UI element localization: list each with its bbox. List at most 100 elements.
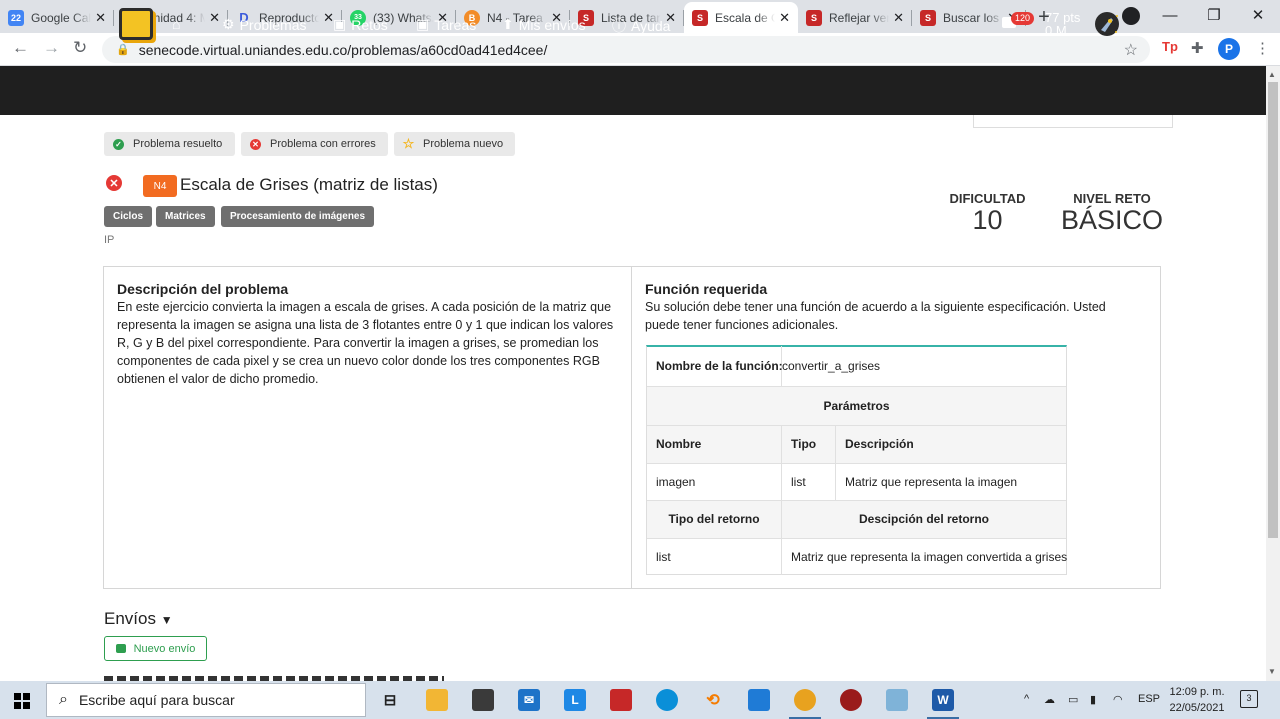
envios-dropdown[interactable]: Envíos ▼ bbox=[104, 609, 173, 629]
x-circle-icon: ✕ bbox=[250, 138, 261, 150]
profile-menu-icon[interactable] bbox=[1122, 7, 1140, 25]
col-name-header: Nombre bbox=[656, 437, 702, 451]
extension-tp-icon[interactable]: Tp bbox=[1162, 39, 1178, 54]
briefcase-icon bbox=[115, 644, 126, 653]
word-icon[interactable]: W bbox=[932, 689, 954, 711]
reload-icon[interactable]: ↻ bbox=[73, 38, 87, 58]
nav-label: Problemas bbox=[239, 16, 307, 33]
rocket-avatar-icon[interactable] bbox=[1093, 10, 1121, 38]
envios-title: Envíos bbox=[104, 609, 156, 628]
close-icon[interactable]: ✕ bbox=[779, 10, 790, 26]
function-name-value: convertir_a_grises bbox=[782, 359, 881, 373]
browser-tab[interactable]: 22 Google Calendar✕ bbox=[0, 2, 114, 33]
nav-label: Retos bbox=[351, 16, 388, 33]
description-line: componentes de cada pixel y se crea un n… bbox=[117, 354, 600, 368]
return-desc-header: Descipción del retorno bbox=[858, 512, 990, 526]
col-divider bbox=[781, 425, 782, 500]
task-view-icon[interactable]: ⊟ bbox=[379, 689, 401, 711]
clock-date: 22/05/2021 bbox=[1169, 702, 1225, 714]
scrollbar-thumb[interactable] bbox=[1268, 82, 1278, 538]
spotlight-icon[interactable]: ⟲ bbox=[702, 689, 724, 711]
search-placeholder: Escribe aquí para buscar bbox=[78, 692, 235, 708]
restore-icon[interactable]: ❐ bbox=[1192, 6, 1236, 24]
launcher-l-icon[interactable]: L bbox=[564, 689, 586, 711]
cloud-icon[interactable]: ☁ bbox=[1044, 693, 1055, 706]
window-controls: — ❐ ✕ bbox=[1148, 0, 1280, 30]
chrome-icon[interactable] bbox=[794, 689, 816, 711]
close-icon[interactable]: ✕ bbox=[893, 10, 904, 26]
profile-avatar[interactable]: P bbox=[1218, 38, 1240, 60]
col-type-header: Tipo bbox=[791, 437, 817, 451]
lock-icon: 🔒 bbox=[116, 44, 130, 56]
close-icon[interactable]: ✕ bbox=[209, 10, 220, 26]
language-indicator[interactable]: ESP bbox=[1138, 693, 1160, 705]
scroll-up-icon[interactable]: ▲ bbox=[1268, 70, 1276, 79]
notification-center-icon[interactable]: 3 bbox=[1240, 690, 1258, 708]
store-icon[interactable] bbox=[472, 689, 494, 711]
windows-start-icon[interactable] bbox=[14, 693, 30, 709]
browser-menu-icon[interactable]: ⋮ bbox=[1255, 39, 1270, 57]
senecode-logo[interactable] bbox=[119, 8, 153, 40]
back-icon[interactable]: ← bbox=[12, 38, 29, 58]
caret-down-icon: ▼ bbox=[160, 613, 173, 627]
file-explorer-icon[interactable] bbox=[426, 689, 448, 711]
level-label: NIVEL RETO bbox=[1073, 191, 1151, 206]
nav-tareas[interactable]: ▣ Tareas bbox=[416, 16, 476, 33]
notes-icon[interactable] bbox=[886, 689, 908, 711]
tab-title: Google Calendar bbox=[31, 10, 92, 25]
extensions-puzzle-icon[interactable]: ✚ bbox=[1191, 39, 1204, 57]
browser-tab-active[interactable]: S Escala de Grises ✕ bbox=[684, 2, 798, 33]
header-dropdown-edge bbox=[973, 115, 1173, 128]
vscode-icon[interactable] bbox=[748, 689, 770, 711]
return-type: list bbox=[656, 549, 671, 564]
forward-icon[interactable]: → bbox=[43, 38, 60, 58]
mcafee-icon[interactable] bbox=[610, 689, 632, 711]
site-navbar bbox=[0, 66, 1266, 115]
tag-matrices[interactable]: Matrices bbox=[156, 206, 215, 227]
params-header: Parámetros bbox=[823, 399, 890, 413]
nav-label: Tareas bbox=[434, 16, 477, 33]
upload-icon: ⬆ bbox=[502, 16, 514, 32]
window-close-icon[interactable]: ✕ bbox=[1236, 6, 1280, 24]
nav-ayuda[interactable]: ⓘ Ayuda bbox=[612, 16, 670, 36]
cogs-icon: ⚙ bbox=[222, 16, 235, 32]
nav-problemas[interactable]: ⚙ Problemas bbox=[222, 16, 306, 33]
bookmark-star-icon[interactable]: ☆ bbox=[1124, 40, 1138, 60]
scroll-down-icon[interactable]: ▼ bbox=[1268, 667, 1276, 676]
wifi-icon[interactable]: ◠ bbox=[1113, 693, 1123, 706]
param-desc: Matriz que representa la imagen bbox=[845, 474, 1018, 489]
description-line: obtienen el valor de dicho promedio. bbox=[117, 372, 319, 386]
edge-icon[interactable] bbox=[656, 689, 678, 711]
browser-tab[interactable]: S Reflejar verticalmente✕ bbox=[798, 2, 912, 33]
app-icon[interactable] bbox=[840, 689, 862, 711]
clock-time: 12:09 p. m. bbox=[1169, 686, 1225, 698]
tag-procesamiento[interactable]: Procesamiento de imágenes bbox=[221, 206, 375, 227]
taskbar-clock[interactable]: 12:09 p. m. 22/05/2021 bbox=[1167, 684, 1227, 716]
tab-title: Reflejar verticalmente bbox=[829, 10, 890, 25]
nav-retos[interactable]: ▣ Retos bbox=[333, 16, 388, 33]
level-value: BÁSICO bbox=[1060, 205, 1164, 235]
return-desc: Matriz que representa la imagen converti… bbox=[791, 549, 1068, 564]
home-icon[interactable]: ⌂ bbox=[172, 16, 180, 32]
description-line: representa la imagen se asigna una lista… bbox=[117, 318, 614, 332]
display-icon[interactable]: ▭ bbox=[1068, 693, 1078, 706]
tray-expand-icon[interactable]: ^ bbox=[1024, 693, 1029, 705]
url-field[interactable]: 🔒 senecode.virtual.uniandes.edu.co/probl… bbox=[102, 36, 1150, 63]
tag-ciclos[interactable]: Ciclos bbox=[104, 206, 153, 227]
description-title: Descripción del problema bbox=[117, 281, 289, 297]
description-line: R, G y B del pixel correspondiente. Para… bbox=[117, 336, 599, 350]
mail-app-icon[interactable]: ✉ bbox=[518, 689, 540, 711]
check-circle-icon: ✓ bbox=[113, 138, 124, 150]
battery-icon[interactable]: ▮ bbox=[1090, 693, 1096, 706]
taskbar-search-input[interactable]: ⌕ Escribe aquí para buscar bbox=[46, 683, 366, 717]
legend-errors: ✕ Problema con errores bbox=[241, 132, 388, 156]
nav-mis-envios[interactable]: ⬆ Mis envíos bbox=[502, 16, 586, 33]
col-divider bbox=[835, 425, 836, 500]
function-name-label: Nombre de la función: bbox=[656, 359, 783, 373]
new-submission-button[interactable]: Nuevo envío bbox=[104, 636, 207, 661]
user-points: 77 pts 0 M bbox=[1045, 11, 1080, 37]
calendar-check-icon: ▣ bbox=[333, 16, 347, 32]
minimize-icon[interactable]: — bbox=[1148, 7, 1192, 24]
close-icon[interactable]: ✕ bbox=[95, 10, 106, 26]
calendar-icon: 22 bbox=[8, 9, 24, 26]
